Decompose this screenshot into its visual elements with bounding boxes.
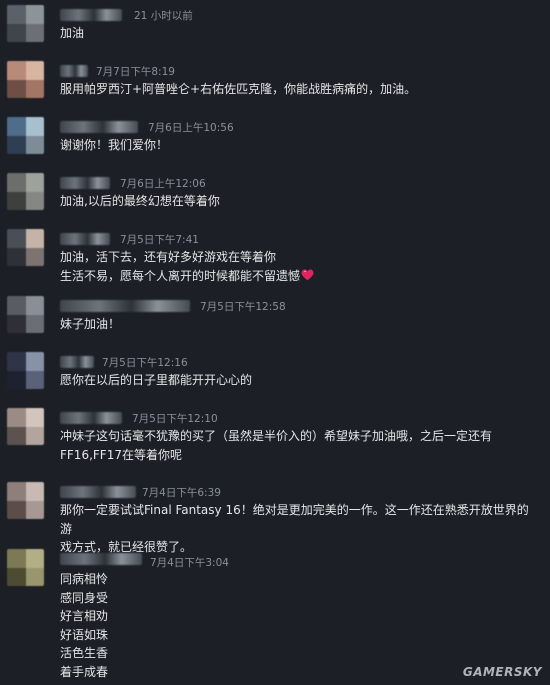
author-name[interactable] bbox=[60, 356, 94, 368]
comment-timestamp: 7月6日上午10:56 bbox=[148, 122, 234, 134]
avatar[interactable] bbox=[7, 61, 44, 98]
comment-text: 服用帕罗西汀+阿普唑仑+右佑佐匹克隆，你能战胜病痛的，加油。 bbox=[60, 82, 417, 96]
comment-timestamp: 7月4日下午3:04 bbox=[150, 557, 229, 569]
author-name[interactable] bbox=[60, 553, 142, 565]
avatar[interactable] bbox=[7, 482, 44, 519]
comment-timestamp: 7月4日下午6:39 bbox=[142, 487, 221, 499]
avatar[interactable] bbox=[7, 173, 44, 210]
gamersky-watermark: GAMERSKY bbox=[462, 665, 542, 679]
comment-text: 妹子加油！ bbox=[60, 317, 121, 331]
author-name[interactable] bbox=[60, 9, 122, 21]
comment-text: 加油 bbox=[60, 26, 85, 40]
comment-text: 谢谢你！我们爱你！ bbox=[60, 138, 169, 152]
comment-text: 加油，活下去，还有好多好游戏在等着你 生活不易，愿每个人离开的时候都能不留遗憾 bbox=[60, 248, 538, 285]
comment-text-line: 加油，活下去，还有好多好游戏在等着你 生活不易，愿每个人离开的时候都能不留遗憾 bbox=[60, 250, 301, 283]
comment-timestamp: 7月7日下午8:19 bbox=[96, 66, 175, 78]
avatar[interactable] bbox=[7, 5, 44, 42]
avatar[interactable] bbox=[7, 229, 44, 266]
avatar[interactable] bbox=[7, 408, 44, 445]
author-name[interactable] bbox=[60, 121, 138, 133]
author-name[interactable] bbox=[60, 300, 190, 312]
author-name[interactable] bbox=[60, 177, 110, 189]
comment-timestamp: 21 小时以前 bbox=[134, 10, 193, 22]
author-name[interactable] bbox=[60, 65, 88, 77]
comment-timestamp: 7月5日下午7:41 bbox=[120, 234, 199, 246]
comment-timestamp: 7月5日下午12:58 bbox=[200, 301, 286, 313]
avatar[interactable] bbox=[7, 117, 44, 154]
author-name[interactable] bbox=[60, 233, 110, 245]
heart-icon bbox=[301, 269, 314, 280]
comment-text: 那你一定要试试Final Fantasy 16！绝对是更加完美的一作。这一作还在… bbox=[60, 503, 529, 554]
comment-timestamp: 7月5日下午12:16 bbox=[102, 357, 188, 369]
avatar[interactable] bbox=[7, 296, 44, 333]
avatar[interactable] bbox=[7, 352, 44, 389]
avatar[interactable] bbox=[7, 549, 44, 586]
comment-text: 加油,以后的最终幻想在等着你 bbox=[60, 194, 220, 208]
comment-timestamp: 7月6日上午12:06 bbox=[120, 178, 206, 190]
comment-text: 冲妹子这句话毫不犹豫的买了（虽然是半价入的）希望妹子加油哦，之后一定还有 FF1… bbox=[60, 429, 493, 462]
author-name[interactable] bbox=[60, 412, 122, 424]
comment-timestamp: 7月5日下午12:10 bbox=[132, 413, 218, 425]
author-name[interactable] bbox=[60, 486, 136, 498]
comment-text: 愿你在以后的日子里都能开开心心的 bbox=[60, 373, 253, 387]
